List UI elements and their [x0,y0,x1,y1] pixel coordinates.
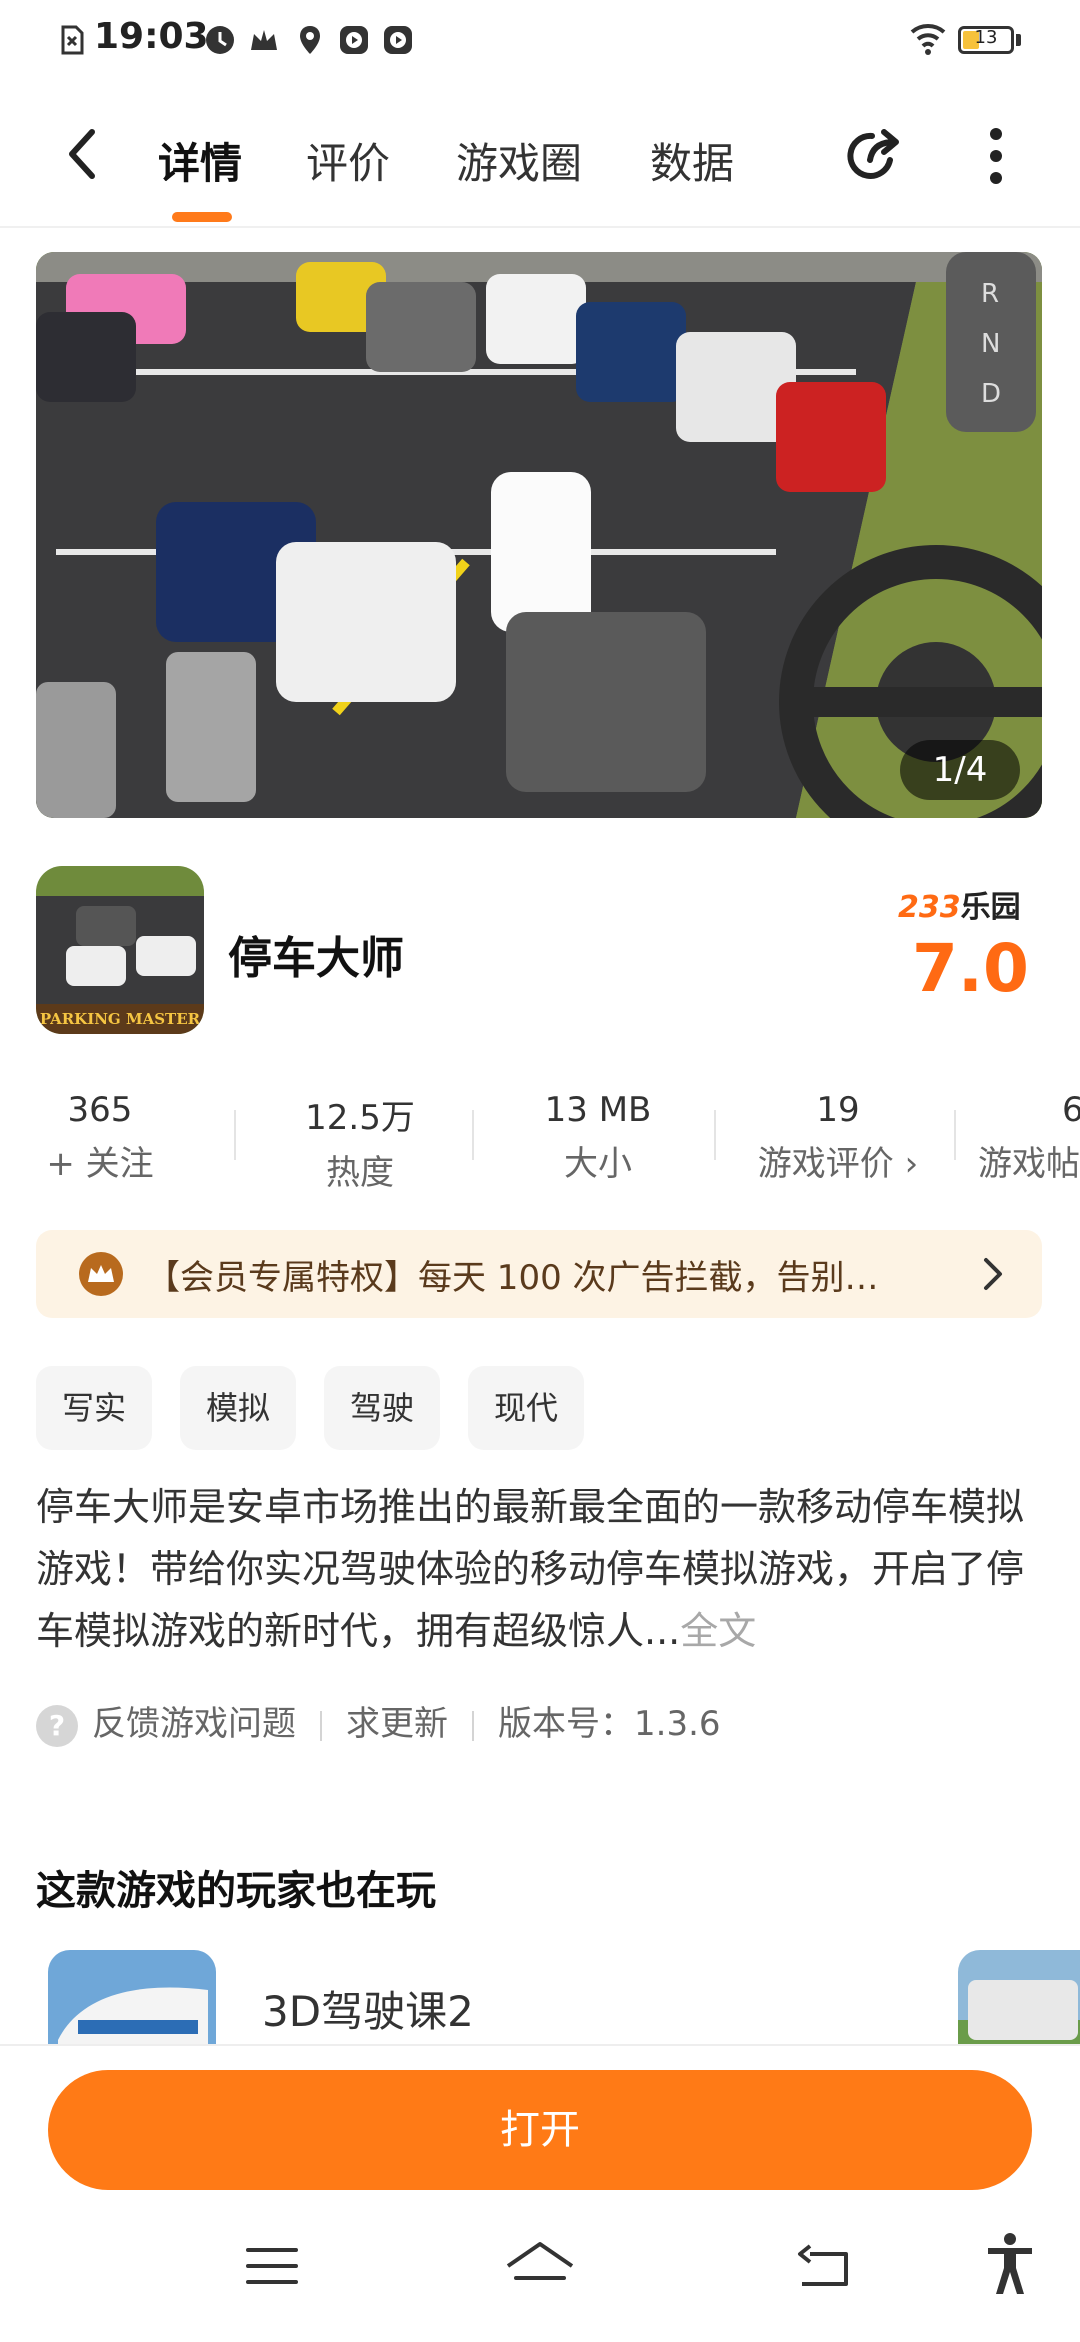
wifi-icon [910,24,946,55]
status-bar: 19:03 13 [0,0,1080,84]
open-button[interactable]: 打开 [48,2070,1032,2190]
location-icon [300,26,320,54]
no-sim-icon [61,25,84,55]
back-nav-icon[interactable] [796,2244,852,2292]
tab-reviews[interactable]: 评价 [306,130,390,191]
home-icon[interactable] [504,2238,576,2294]
stat-reviews[interactable]: 19 游戏评价 › [728,1090,948,1185]
media-icon [384,26,412,54]
screenshot-carousel[interactable]: R N D 1/4 [36,252,1042,818]
svg-text:PARKING MASTER: PARKING MASTER [40,1010,201,1028]
media-icon [340,26,368,54]
nav-divider [0,226,1080,228]
stat-posts[interactable]: 6 游戏帖 [970,1090,1080,1185]
version-number: 版本号：1.3.6 [498,1704,721,1744]
vip-privilege-banner[interactable]: 【会员专属特权】每天 100 次广告拦截，告别… [36,1230,1042,1318]
tag-driving[interactable]: 驾驶 [324,1366,441,1450]
back-arrow-icon[interactable] [62,126,102,182]
game-screenshot: R N D [36,252,1042,818]
read-more-link[interactable]: 全文 [680,1609,756,1653]
tag-realistic[interactable]: 写实 [36,1366,153,1450]
battery-icon: 13 [958,26,1014,54]
section-title: 这款游戏的玩家也在玩 [36,1868,436,1914]
accessibility-icon[interactable] [986,2232,1034,2296]
game-description: 停车大师是安卓市场推出的最新最全面的一款移动停车模拟游戏！带给你实况驾驶体验的移… [36,1485,1025,1653]
tab-data[interactable]: 数据 [650,130,734,191]
crown-icon [251,30,277,50]
stat-popularity: 12.5万 热度 [305,1098,415,1193]
app-name: 停车大师 [228,933,404,984]
request-update-link[interactable]: 求更新 [346,1704,448,1744]
tag-modern[interactable]: 现代 [468,1366,585,1450]
svg-text:D: D [981,379,1001,409]
clock-icon [206,26,234,54]
svg-text:N: N [981,329,1000,359]
status-time: 19:03 [94,16,209,57]
meta-row: ? 反馈游戏问题 求更新 版本号：1.3.6 [36,1696,721,1747]
vip-text: 【会员专属特权】每天 100 次广告拦截，告别… [146,1258,879,1298]
tab-game-circle[interactable]: 游戏圈 [456,130,582,191]
battery-level: 13 [974,27,998,48]
carousel-counter: 1/4 [900,740,1020,800]
help-icon: ? [36,1704,78,1747]
share-icon[interactable] [842,124,906,188]
tab-detail[interactable]: 详情 [158,130,242,191]
tag-simulation[interactable]: 模拟 [180,1366,297,1450]
app-icon: PARKING MASTER [36,866,204,1034]
vip-crown-icon [79,1252,123,1296]
chevron-right-icon [984,1258,1002,1290]
stat-size: 13 MB 大小 [544,1090,652,1184]
stat-follow[interactable]: 365 + 关注 [0,1090,210,1185]
feedback-link[interactable]: 反馈游戏问题 [92,1704,296,1744]
active-tab-indicator [172,212,232,222]
svg-text:R: R [981,279,999,309]
game-name[interactable]: 3D驾驶课2 [262,1978,474,2039]
rating-score: 7.0 [912,930,1029,1007]
more-vertical-icon[interactable] [984,126,1008,186]
rating-brand-logo: 233乐园 [898,890,1021,925]
menu-icon[interactable] [244,2244,300,2288]
